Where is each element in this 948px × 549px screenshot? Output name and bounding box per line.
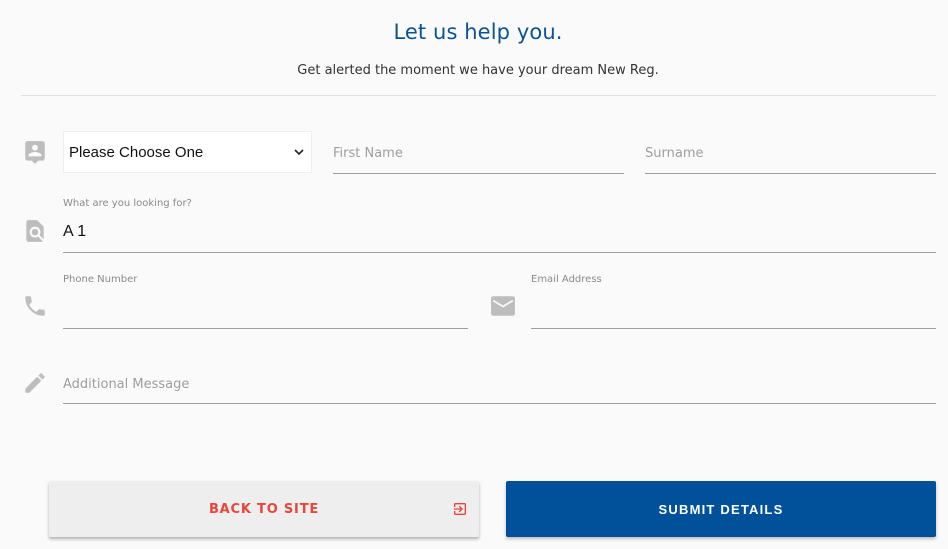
looking-for-underline: [63, 252, 936, 253]
first-name-underline: [333, 173, 624, 174]
mail-icon: [490, 293, 516, 319]
header-divider: [21, 95, 936, 96]
title-select-wrapper: Please Choose One: [63, 131, 312, 173]
email-field[interactable]: Email Address: [531, 274, 936, 329]
first-name-field[interactable]: First Name: [333, 135, 624, 174]
pencil-icon: [22, 370, 48, 396]
email-underline: [531, 328, 936, 329]
looking-for-input[interactable]: [63, 218, 936, 246]
message-field[interactable]: Additional Message: [63, 365, 936, 404]
exit-to-app-icon: [454, 503, 466, 515]
contact-icon: [22, 139, 48, 165]
submit-details-button[interactable]: SUBMIT DETAILS: [506, 481, 936, 537]
looking-for-label: What are you looking for?: [63, 198, 192, 209]
page-title: Let us help you.: [393, 20, 563, 44]
phone-icon: [22, 293, 48, 319]
phone-label: Phone Number: [63, 274, 138, 285]
page-subtitle: Get alerted the moment we have your drea…: [297, 63, 659, 78]
surname-input[interactable]: [645, 141, 936, 169]
email-input[interactable]: [531, 294, 936, 322]
message-underline: [63, 403, 936, 404]
message-input[interactable]: [63, 371, 936, 399]
first-name-input[interactable]: [333, 141, 624, 169]
phone-input[interactable]: [63, 294, 468, 322]
surname-field[interactable]: Surname: [645, 135, 936, 174]
phone-underline: [63, 328, 468, 329]
phone-field[interactable]: Phone Number: [63, 274, 468, 329]
submit-details-label: SUBMIT DETAILS: [658, 501, 784, 517]
looking-for-field[interactable]: What are you looking for?: [63, 198, 936, 253]
email-label: Email Address: [531, 274, 602, 285]
title-select[interactable]: Please Choose One: [64, 132, 311, 172]
back-to-site-label: BACK TO SITE: [208, 501, 320, 517]
lead-form-page: Let us help you. Get alerted the moment …: [0, 0, 948, 549]
surname-underline: [645, 173, 936, 174]
search-document-icon: [22, 218, 48, 244]
back-to-site-button[interactable]: BACK TO SITE: [49, 481, 479, 537]
